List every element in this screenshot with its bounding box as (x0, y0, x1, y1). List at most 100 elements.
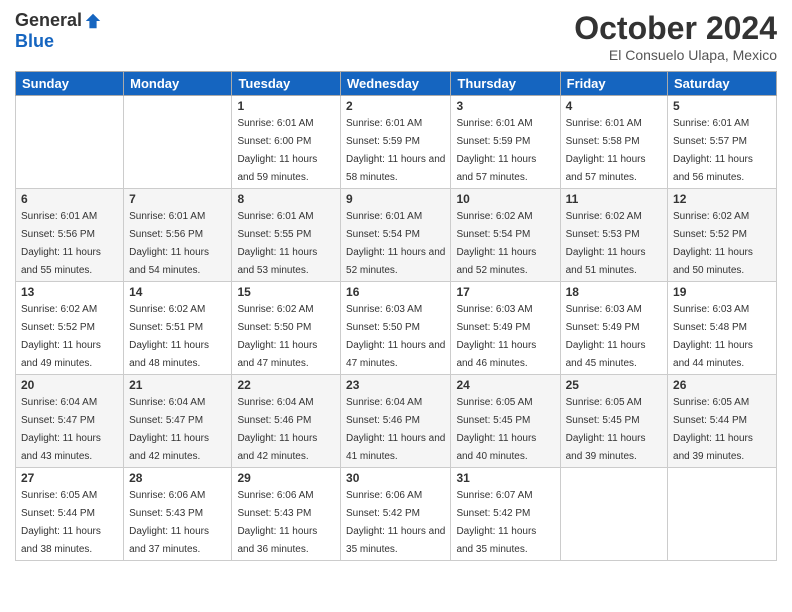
calendar-cell-w3-d3: 16Sunrise: 6:03 AM Sunset: 5:50 PM Dayli… (341, 282, 451, 375)
day-info: Sunrise: 6:01 AM Sunset: 5:56 PM Dayligh… (21, 211, 101, 276)
calendar-cell-w4-d4: 24 Sunrise: 6:05 AM Sunset: 5:45 PM Dayli… (451, 375, 560, 468)
day-number: 22 (237, 378, 335, 392)
day-number: 8 (237, 192, 335, 206)
day-info: Sunrise: 6:05 AM Sunset: 5:44 PM Dayligh… (673, 397, 753, 462)
calendar-cell-w1-d5: 4 Sunrise: 6:01 AM Sunset: 5:58 PM Daylig… (560, 96, 667, 189)
day-number: 13 (21, 285, 118, 299)
day-number: 30 (346, 471, 445, 485)
week-row-4: 20 Sunrise: 6:04 AM Sunset: 5:47 PM Dayli… (16, 375, 777, 468)
day-info: Sunrise: 6:04 AM Sunset: 5:47 PM Dayligh… (21, 397, 101, 462)
calendar-cell-w1-d3: 2 Sunrise: 6:01 AM Sunset: 5:59 PM Daylig… (341, 96, 451, 189)
calendar-cell-w4-d0: 20 Sunrise: 6:04 AM Sunset: 5:47 PM Dayli… (16, 375, 124, 468)
day-info: Sunrise: 6:02 AM Sunset: 5:54 PM Dayligh… (456, 211, 536, 276)
calendar-cell-w3-d1: 14 Sunrise: 6:02 AM Sunset: 5:51 PM Dayli… (124, 282, 232, 375)
day-number: 10 (456, 192, 554, 206)
day-info: Sunrise: 6:01 AM Sunset: 5:56 PM Dayligh… (129, 211, 209, 276)
day-info: Sunrise: 6:01 AM Sunset: 6:00 PM Dayligh… (237, 118, 317, 183)
calendar-cell-w2-d1: 7 Sunrise: 6:01 AM Sunset: 5:56 PM Daylig… (124, 189, 232, 282)
day-number: 2 (346, 99, 445, 113)
day-info: Sunrise: 6:05 AM Sunset: 5:45 PM Dayligh… (566, 397, 646, 462)
day-info: Sunrise: 6:01 AM Sunset: 5:58 PM Dayligh… (566, 118, 646, 183)
day-info: Sunrise: 6:02 AM Sunset: 5:52 PM Dayligh… (21, 304, 101, 369)
day-number: 4 (566, 99, 662, 113)
week-row-1: 1 Sunrise: 6:01 AM Sunset: 6:00 PM Daylig… (16, 96, 777, 189)
day-number: 1 (237, 99, 335, 113)
day-number: 25 (566, 378, 662, 392)
calendar-cell-w2-d6: 12 Sunrise: 6:02 AM Sunset: 5:52 PM Dayli… (668, 189, 777, 282)
calendar-cell-w5-d2: 29 Sunrise: 6:06 AM Sunset: 5:43 PM Dayli… (232, 468, 341, 561)
calendar-header-row: Sunday Monday Tuesday Wednesday Thursday… (16, 72, 777, 96)
calendar-cell-w5-d4: 31Sunrise: 6:07 AM Sunset: 5:42 PM Dayli… (451, 468, 560, 561)
day-info: Sunrise: 6:01 AM Sunset: 5:55 PM Dayligh… (237, 211, 317, 276)
calendar-cell-w3-d0: 13 Sunrise: 6:02 AM Sunset: 5:52 PM Dayli… (16, 282, 124, 375)
day-number: 23 (346, 378, 445, 392)
day-number: 3 (456, 99, 554, 113)
calendar-cell-w2-d4: 10 Sunrise: 6:02 AM Sunset: 5:54 PM Dayli… (451, 189, 560, 282)
col-tuesday: Tuesday (232, 72, 341, 96)
day-info: Sunrise: 6:01 AM Sunset: 5:59 PM Dayligh… (456, 118, 536, 183)
day-info: Sunrise: 6:03 AM Sunset: 5:49 PM Dayligh… (456, 304, 536, 369)
day-info: Sunrise: 6:02 AM Sunset: 5:53 PM Dayligh… (566, 211, 646, 276)
day-info: Sunrise: 6:06 AM Sunset: 5:43 PM Dayligh… (129, 490, 209, 555)
day-number: 17 (456, 285, 554, 299)
col-saturday: Saturday (668, 72, 777, 96)
logo-blue-text: Blue (15, 31, 54, 52)
day-number: 7 (129, 192, 226, 206)
day-info: Sunrise: 6:04 AM Sunset: 5:47 PM Dayligh… (129, 397, 209, 462)
calendar-cell-w1-d2: 1 Sunrise: 6:01 AM Sunset: 6:00 PM Daylig… (232, 96, 341, 189)
calendar-cell-w5-d6 (668, 468, 777, 561)
day-info: Sunrise: 6:02 AM Sunset: 5:51 PM Dayligh… (129, 304, 209, 369)
day-number: 19 (673, 285, 771, 299)
calendar-cell-w5-d3: 30 Sunrise: 6:06 AM Sunset: 5:42 PM Dayli… (341, 468, 451, 561)
col-friday: Friday (560, 72, 667, 96)
day-info: Sunrise: 6:07 AM Sunset: 5:42 PM Dayligh… (456, 490, 536, 555)
calendar-cell-w4-d3: 23 Sunrise: 6:04 AM Sunset: 5:46 PM Dayli… (341, 375, 451, 468)
day-number: 26 (673, 378, 771, 392)
day-number: 18 (566, 285, 662, 299)
calendar-cell-w2-d3: 9 Sunrise: 6:01 AM Sunset: 5:54 PM Daylig… (341, 189, 451, 282)
day-number: 29 (237, 471, 335, 485)
day-info: Sunrise: 6:04 AM Sunset: 5:46 PM Dayligh… (237, 397, 317, 462)
calendar-table: Sunday Monday Tuesday Wednesday Thursday… (15, 71, 777, 561)
day-number: 5 (673, 99, 771, 113)
calendar-cell-w3-d2: 15Sunrise: 6:02 AM Sunset: 5:50 PM Dayli… (232, 282, 341, 375)
day-number: 11 (566, 192, 662, 206)
logo-general-text: General (15, 10, 82, 31)
calendar-cell-w5-d5 (560, 468, 667, 561)
calendar-cell-w1-d0 (16, 96, 124, 189)
title-block: October 2024 El Consuelo Ulapa, Mexico (574, 10, 777, 63)
day-info: Sunrise: 6:01 AM Sunset: 5:54 PM Dayligh… (346, 211, 445, 276)
day-info: Sunrise: 6:03 AM Sunset: 5:49 PM Dayligh… (566, 304, 646, 369)
day-number: 9 (346, 192, 445, 206)
calendar-cell-w5-d1: 28 Sunrise: 6:06 AM Sunset: 5:43 PM Dayli… (124, 468, 232, 561)
day-number: 14 (129, 285, 226, 299)
col-monday: Monday (124, 72, 232, 96)
col-wednesday: Wednesday (341, 72, 451, 96)
calendar-cell-w1-d6: 5 Sunrise: 6:01 AM Sunset: 5:57 PM Daylig… (668, 96, 777, 189)
day-info: Sunrise: 6:04 AM Sunset: 5:46 PM Dayligh… (346, 397, 445, 462)
week-row-5: 27Sunrise: 6:05 AM Sunset: 5:44 PM Dayli… (16, 468, 777, 561)
calendar-cell-w2-d5: 11 Sunrise: 6:02 AM Sunset: 5:53 PM Dayli… (560, 189, 667, 282)
day-number: 20 (21, 378, 118, 392)
col-thursday: Thursday (451, 72, 560, 96)
day-info: Sunrise: 6:02 AM Sunset: 5:52 PM Dayligh… (673, 211, 753, 276)
day-info: Sunrise: 6:01 AM Sunset: 5:57 PM Dayligh… (673, 118, 753, 183)
calendar-cell-w4-d5: 25 Sunrise: 6:05 AM Sunset: 5:45 PM Dayli… (560, 375, 667, 468)
day-info: Sunrise: 6:06 AM Sunset: 5:42 PM Dayligh… (346, 490, 445, 555)
day-info: Sunrise: 6:02 AM Sunset: 5:50 PM Dayligh… (237, 304, 317, 369)
location-text: El Consuelo Ulapa, Mexico (574, 47, 777, 63)
day-number: 24 (456, 378, 554, 392)
calendar-cell-w1-d4: 3 Sunrise: 6:01 AM Sunset: 5:59 PM Daylig… (451, 96, 560, 189)
day-info: Sunrise: 6:05 AM Sunset: 5:45 PM Dayligh… (456, 397, 536, 462)
calendar-cell-w2-d2: 8 Sunrise: 6:01 AM Sunset: 5:55 PM Daylig… (232, 189, 341, 282)
week-row-2: 6Sunrise: 6:01 AM Sunset: 5:56 PM Daylig… (16, 189, 777, 282)
page-header: General Blue October 2024 El Consuelo Ul… (15, 10, 777, 63)
day-info: Sunrise: 6:06 AM Sunset: 5:43 PM Dayligh… (237, 490, 317, 555)
logo: General Blue (15, 10, 102, 52)
day-info: Sunrise: 6:01 AM Sunset: 5:59 PM Dayligh… (346, 118, 445, 183)
day-number: 12 (673, 192, 771, 206)
calendar-cell-w4-d6: 26 Sunrise: 6:05 AM Sunset: 5:44 PM Dayli… (668, 375, 777, 468)
calendar-cell-w3-d6: 19Sunrise: 6:03 AM Sunset: 5:48 PM Dayli… (668, 282, 777, 375)
day-number: 28 (129, 471, 226, 485)
col-sunday: Sunday (16, 72, 124, 96)
